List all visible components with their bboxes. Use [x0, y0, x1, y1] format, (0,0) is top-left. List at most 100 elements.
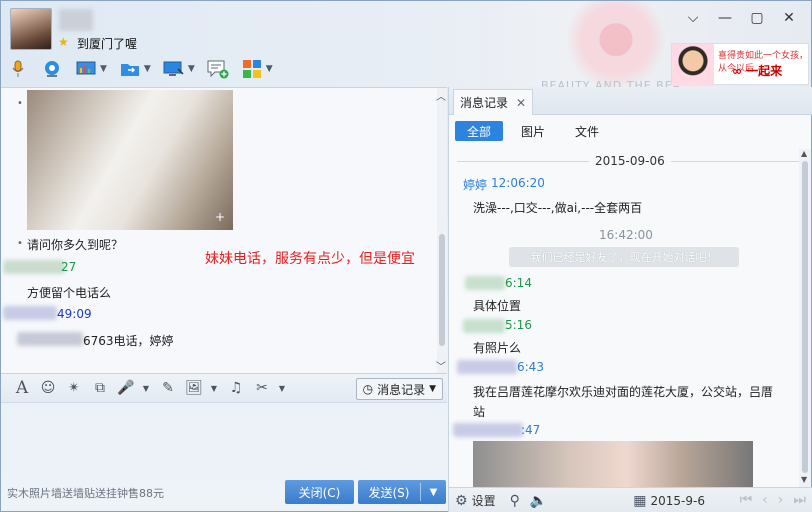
friend-notice: 我们已经是好友了，现在开始对话吧！ — [509, 247, 739, 267]
friend-notice-text: 我们已经是好友了，现在开始对话吧！ — [530, 251, 718, 264]
history-scrollbar[interactable]: ▲ ▼ — [799, 149, 811, 487]
contact-avatar[interactable] — [10, 8, 52, 50]
input-toolbar: A ☺ ✴ ⧉ 🎤 ▼ ✎ 🖼 ▼ ♫ ✂ ▼ ◷ 消息记录 ▼ — [1, 373, 447, 403]
message-text: 请问你多久到呢？ — [27, 238, 124, 252]
microphone-icon — [7, 59, 29, 79]
scroll-up-icon[interactable]: ︿ — [436, 88, 446, 103]
message-text: 方便留个电话么 — [27, 286, 112, 300]
history-panel: 消息记录 ✕ 全部 图片 文件 2015-09-06 婷婷 12:06:20 洗… — [448, 87, 812, 512]
chevron-down-icon[interactable]: ▼ — [100, 64, 107, 74]
filter-images[interactable]: 图片 — [509, 121, 557, 141]
scroll-up-icon[interactable]: ▲ — [801, 149, 807, 158]
zoom-icon[interactable]: + — [215, 210, 225, 224]
video-call-button[interactable] — [41, 57, 63, 81]
sender-name-redacted — [453, 423, 523, 437]
history-time: 6:14 — [505, 276, 532, 290]
contact-name-redacted — [59, 9, 93, 31]
sender-time: 27 — [61, 260, 77, 274]
chevron-down-icon[interactable]: ▼ — [144, 64, 151, 74]
history-photo[interactable] — [473, 441, 753, 487]
emoji-icon[interactable]: ☺ — [37, 377, 59, 399]
history-tab-strip: 消息记录 ✕ — [449, 87, 812, 115]
whiteboard-icon — [75, 59, 97, 79]
webcam-icon — [41, 59, 63, 79]
chevron-down-icon[interactable]: ▼ — [209, 377, 219, 399]
scrollbar-thumb[interactable] — [802, 161, 808, 473]
annotation-text: 妹妹电话，服务有点少，但是便宜 — [205, 251, 415, 267]
scroll-down-icon[interactable]: ﹀ — [436, 358, 446, 373]
maximize-icon[interactable]: ▢ — [747, 9, 767, 27]
sender-name-redacted — [3, 306, 57, 320]
close-icon[interactable]: ✕ — [516, 96, 526, 110]
search-icon: ⚲ — [509, 492, 520, 509]
send-button[interactable]: 发送(S) ▼ — [358, 480, 446, 504]
ad-banner[interactable]: 喜得贵如此一个女孩，从今以后 ∞ 一起来 — [671, 43, 809, 86]
sender-time: 49:09 — [57, 307, 92, 321]
history-sender: 婷婷 — [463, 178, 488, 192]
first-page-icon[interactable]: ⏮ — [740, 492, 753, 508]
chevron-down-icon[interactable]: ▼ — [141, 377, 151, 399]
transcript-scrollbar[interactable]: ︿ ﹀ — [436, 88, 447, 374]
contact-status-text: 到厦门了喔 — [77, 37, 138, 51]
voice-message-icon[interactable]: 🎤 — [115, 377, 137, 399]
edit-icon[interactable]: ✎ — [157, 377, 179, 399]
date-picker[interactable]: ▦ 2015-9-6 — [633, 493, 705, 509]
nudge-icon[interactable]: ✴ — [63, 377, 85, 399]
date-label: 2015-09-06 — [589, 154, 671, 168]
image-icon[interactable]: 🖼 — [183, 377, 205, 399]
message-history-button[interactable]: ◷ 消息记录 ▼ — [355, 378, 443, 400]
scrollbar-thumb[interactable] — [439, 234, 445, 346]
apps-grid-icon — [241, 59, 263, 79]
next-page-icon[interactable]: › — [778, 492, 784, 508]
chevron-down-icon[interactable]: ▼ — [188, 64, 195, 74]
message-bullet: • — [17, 98, 23, 109]
phone-number-redacted — [17, 332, 83, 346]
history-message: 有照片么 — [473, 341, 522, 355]
minimize-icon[interactable]: — — [715, 9, 735, 27]
scroll-down-icon[interactable]: ▼ — [801, 475, 807, 484]
sender-name-redacted — [463, 319, 505, 333]
voice-call-button[interactable] — [7, 57, 29, 81]
gear-icon: ⚙ — [455, 492, 468, 509]
promo-link[interactable]: 实木照片墙送墙贴送挂钟售88元 — [7, 485, 164, 501]
speaker-icon[interactable]: 🔈 — [530, 493, 551, 509]
ad-image — [672, 44, 714, 86]
filter-files[interactable]: 文件 — [563, 121, 611, 141]
sender-name-redacted — [457, 360, 517, 374]
file-transfer-button[interactable]: ▼ — [119, 57, 151, 81]
received-photo[interactable]: + — [27, 90, 233, 230]
create-chat-button[interactable] — [207, 57, 229, 81]
chevron-down-icon[interactable]: ▼ — [421, 487, 446, 498]
history-time: 5:16 — [505, 318, 532, 332]
close-icon[interactable]: ✕ — [779, 9, 799, 27]
apps-button[interactable]: ▼ — [241, 57, 273, 81]
settings-button[interactable]: ⚙ 设置 — [455, 492, 496, 509]
star-icon: ★ — [58, 35, 69, 49]
whiteboard-button[interactable]: ▼ — [75, 57, 107, 81]
chevron-down-icon[interactable]: ▼ — [266, 64, 273, 74]
close-button[interactable]: 关闭(C) — [285, 480, 354, 504]
settings-label: 设置 — [471, 494, 496, 508]
scissors-icon[interactable]: ✂ — [251, 377, 273, 399]
history-filters: 全部 图片 文件 — [455, 121, 611, 141]
send-button-label: 发送(S) — [368, 485, 410, 500]
message-text: 6763电话，婷婷 — [83, 334, 174, 348]
sender-name-redacted — [465, 276, 505, 290]
chevron-down-icon: ▼ — [429, 384, 436, 394]
tab-label: 消息记录 — [460, 96, 509, 110]
history-time: :47 — [521, 423, 541, 437]
font-icon[interactable]: A — [11, 377, 33, 399]
sender-name-redacted — [3, 260, 65, 274]
filter-all[interactable]: 全部 — [455, 121, 504, 141]
chevron-down-icon[interactable]: ⌵ — [683, 9, 703, 27]
date-picker-value: 2015-9-6 — [650, 493, 705, 508]
remote-desktop-button[interactable]: ▼ — [163, 57, 195, 81]
last-page-icon[interactable]: ⏭ — [793, 492, 806, 508]
screenshot-icon[interactable]: ⧉ — [89, 377, 111, 399]
music-icon[interactable]: ♫ — [225, 377, 247, 399]
tab-message-history[interactable]: 消息记录 ✕ — [453, 89, 534, 115]
previous-page-icon[interactable]: ‹ — [762, 492, 768, 508]
history-message: 我在吕厝莲花摩尔欢乐迪对面的莲花大厦，公交站，吕厝站 — [473, 385, 774, 419]
search-icon[interactable]: ⚲ — [510, 493, 524, 509]
chevron-down-icon[interactable]: ▼ — [277, 377, 287, 399]
